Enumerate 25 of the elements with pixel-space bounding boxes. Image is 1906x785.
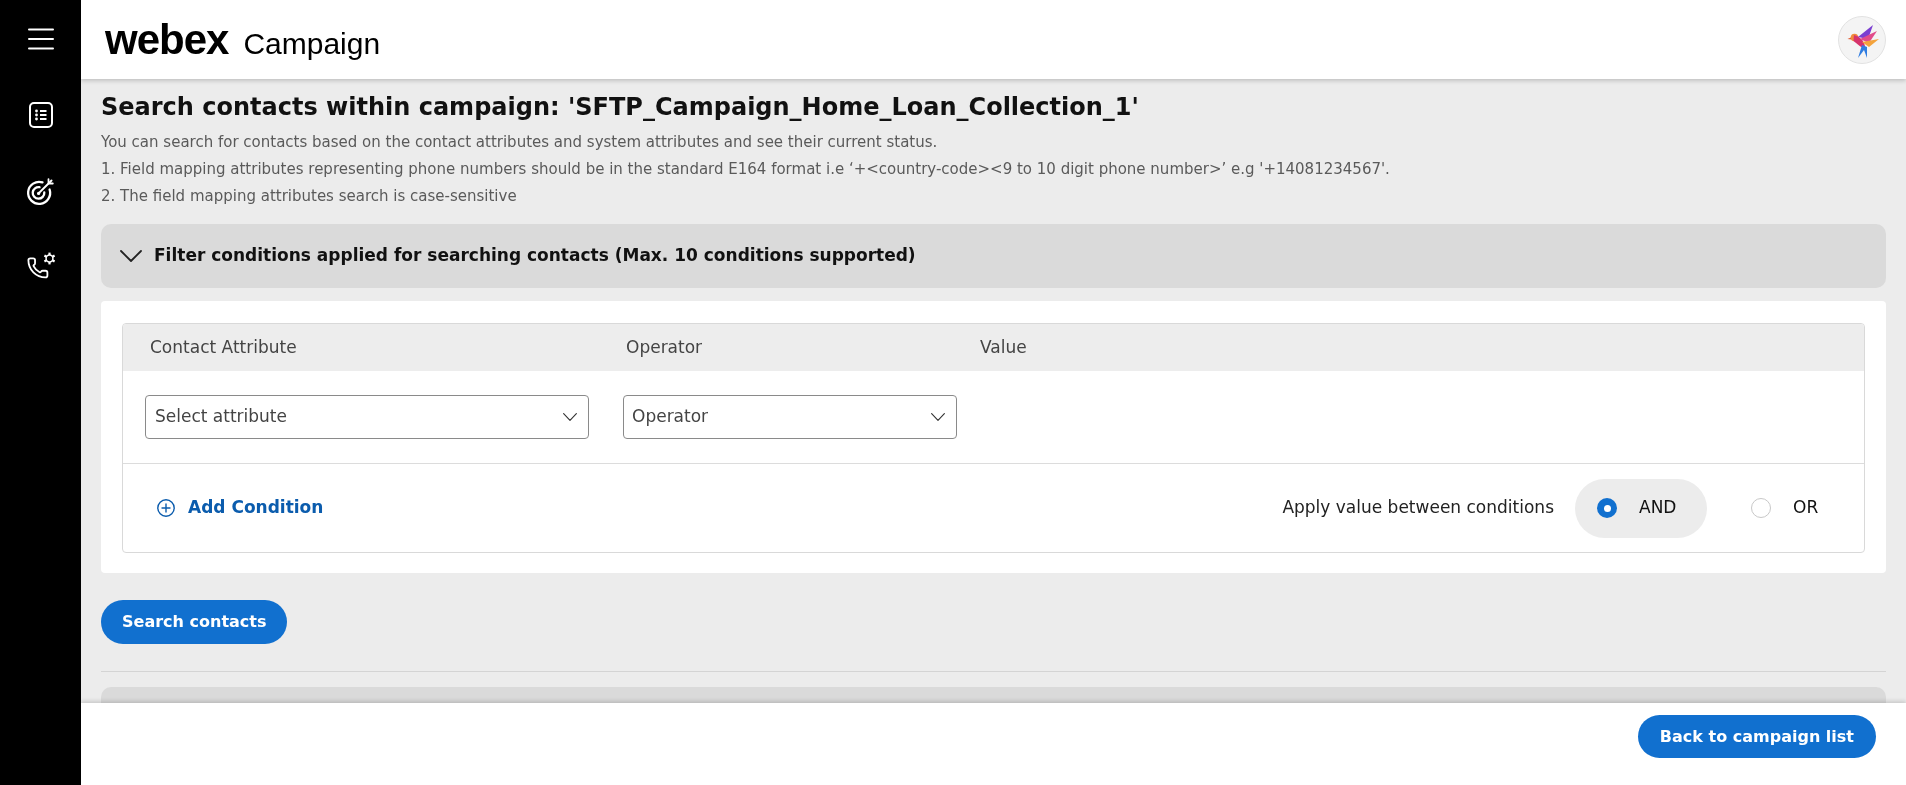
menu-icon[interactable] (27, 28, 54, 50)
logic-label: Apply value between conditions (1282, 496, 1554, 520)
logo-text: webex (105, 18, 229, 61)
list-icon[interactable] (28, 102, 53, 128)
note-text: 2. The field mapping attributes search is case-sensitive (101, 186, 518, 207)
target-arrow-icon[interactable] (26, 178, 55, 206)
filter-accordion-header[interactable]: Filter conditions applied for searching contacts (Max. 10 conditions supported) (101, 224, 1886, 288)
chevron-icon (931, 413, 945, 421)
plus-circle-icon (157, 499, 175, 517)
note-text: 1. Field mapping attributes representing phone numbers should be in the standard E164 format i.e ‘+<country-code><9 to 10 digit phone number>’ e.g '+14081234567'. (101, 159, 1391, 180)
chevron-icon (563, 413, 577, 421)
column-header: Value (980, 336, 1027, 357)
phone-gear-icon[interactable] (25, 252, 56, 280)
app-title: Campaign (243, 28, 381, 59)
column-header: Contact Attribute (150, 336, 297, 357)
page-title: Search contacts within campaign: 'SFTP_Campaign_Home_Loan_Collection_1' (101, 93, 1140, 121)
radio-option[interactable]: AND (1575, 478, 1707, 538)
description-text: You can search for contacts based on the contact attributes and system attributes and see their current status. (101, 132, 939, 153)
attribute-dropdown[interactable]: Select attribute (145, 395, 589, 439)
bird-avatar-icon[interactable] (1838, 15, 1886, 64)
search-contacts-button[interactable]: Search contacts (101, 600, 288, 644)
back-button[interactable]: Back to campaign list (1637, 715, 1876, 758)
operator-dropdown[interactable]: Operator (623, 395, 957, 439)
column-header: Operator (626, 336, 703, 357)
add-condition-link[interactable]: Add Condition (157, 495, 324, 521)
